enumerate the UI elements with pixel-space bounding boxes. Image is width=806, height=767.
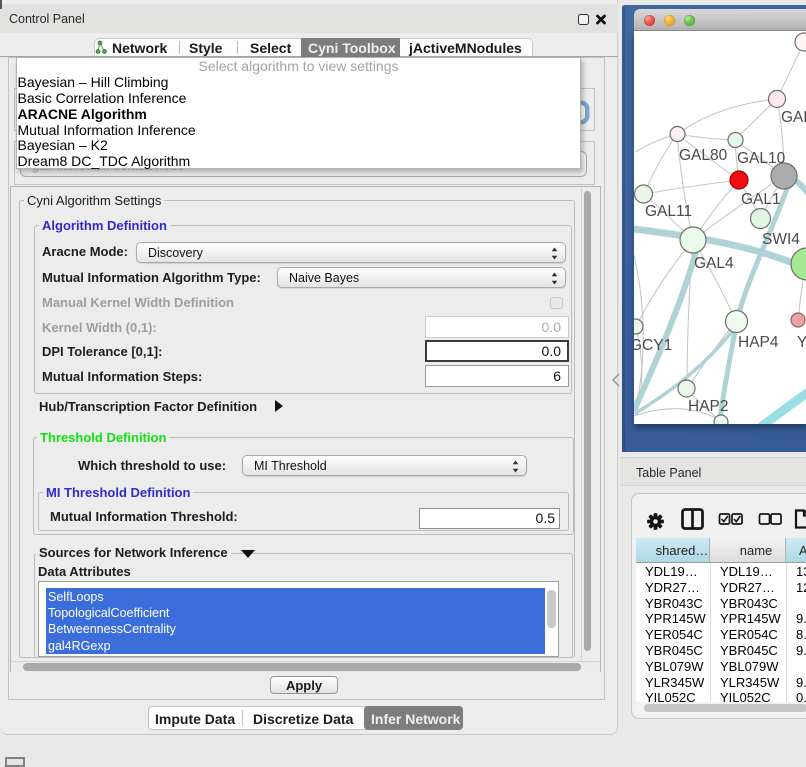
svg-text:GAL1: GAL1	[741, 191, 781, 208]
svg-text:SWI4: SWI4	[762, 231, 800, 248]
svg-text:HAP2: HAP2	[688, 398, 729, 415]
svg-text:GAL4: GAL4	[694, 255, 734, 272]
svg-text:HAP4: HAP4	[738, 334, 779, 351]
svg-text:GAL11: GAL11	[645, 203, 692, 220]
svg-text:GAL7: GAL7	[781, 109, 806, 126]
svg-text:GCY1: GCY1	[634, 337, 672, 354]
svg-text:GAL80: GAL80	[679, 147, 728, 164]
svg-text:YM: YM	[797, 334, 806, 351]
svg-text:GAL10: GAL10	[737, 150, 786, 167]
